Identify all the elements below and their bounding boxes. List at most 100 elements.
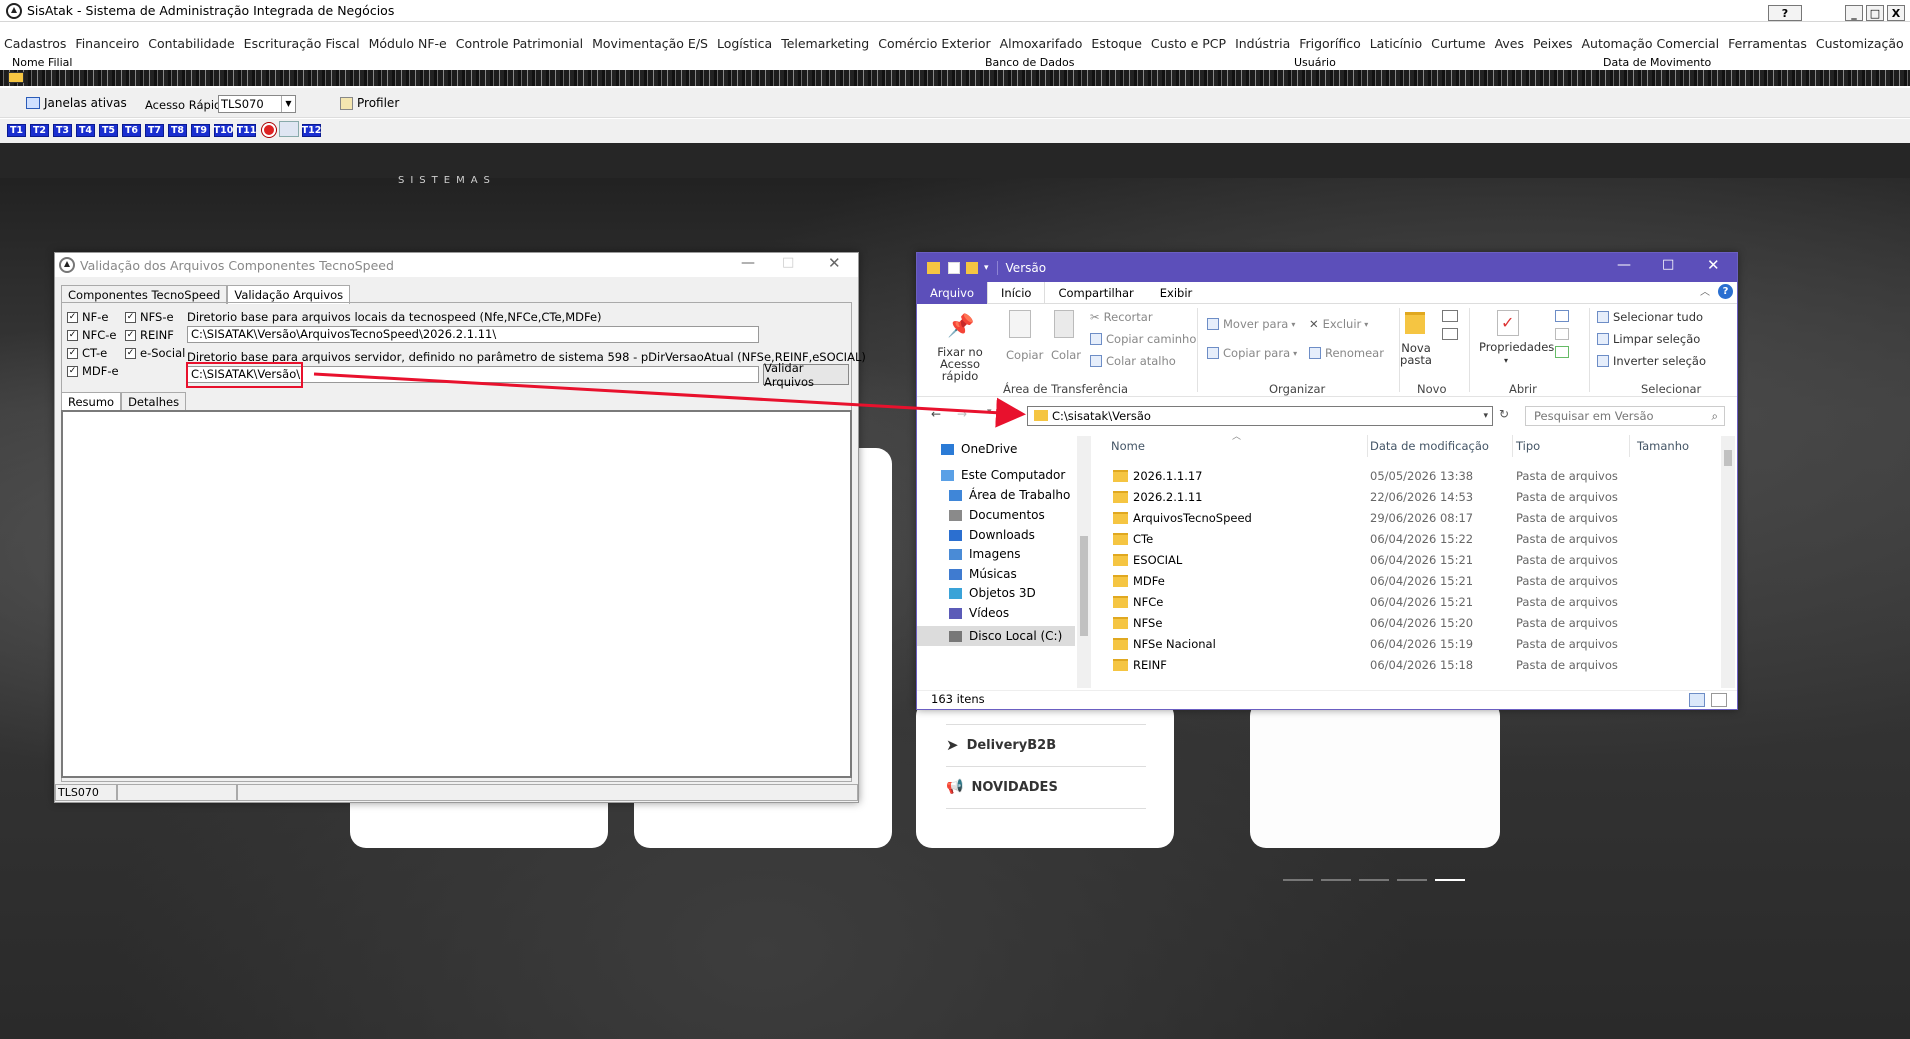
chevron-down-icon[interactable]: ▾	[984, 263, 989, 273]
new-item-icon[interactable]	[1442, 310, 1458, 322]
menu-item[interactable]: Módulo NF-e	[369, 36, 447, 51]
validar-arquivos-button[interactable]: Validar Arquivos	[763, 361, 849, 389]
file-row[interactable]: REINF 06/04/2026 15:18 Pasta de arquivos	[1113, 654, 1713, 675]
nav-item-2[interactable]: Área de Trabalho	[949, 488, 1070, 502]
file-row[interactable]: 2026.1.1.17 05/05/2026 13:38 Pasta de arqu…	[1113, 465, 1713, 486]
minimize-icon[interactable]: —	[1617, 257, 1631, 273]
local-dir-input[interactable]: C:\SISATAK\Versão\ArquivosTecnoSpeed\202…	[187, 326, 759, 343]
easy-access-icon[interactable]	[1442, 328, 1458, 340]
colar-atalho-button[interactable]: Colar atalho	[1090, 354, 1176, 368]
menu-item[interactable]: Telemarketing	[781, 36, 869, 51]
checkbox-nfce[interactable]: ✓ NFC-e	[67, 328, 116, 342]
carousel-dots[interactable]	[1283, 870, 1473, 884]
janelas-ativas-button[interactable]: Janelas ativas	[26, 96, 127, 110]
limpar-selecao-button[interactable]: Limpar seleção	[1597, 332, 1700, 346]
menu-item[interactable]: Estoque	[1091, 36, 1142, 51]
nav-item-4[interactable]: Downloads	[949, 528, 1035, 542]
task-tab-t6[interactable]: T6	[122, 124, 141, 137]
menu-item[interactable]: Movimentação E/S	[592, 36, 708, 51]
open-icon[interactable]	[1555, 310, 1569, 322]
folder-icon[interactable]	[8, 72, 24, 83]
menu-item[interactable]: Contabilidade	[148, 36, 234, 51]
stop-icon[interactable]	[262, 123, 276, 137]
task-tab-t4[interactable]: T4	[76, 124, 95, 137]
task-tab-t8[interactable]: T8	[168, 124, 187, 137]
search-icon[interactable]: ⌕	[1712, 407, 1718, 425]
large-icons-view-icon[interactable]	[1711, 693, 1727, 707]
file-row[interactable]: NFSe Nacional 06/04/2026 15:19 Pasta de ar…	[1113, 633, 1713, 654]
nav-item-8[interactable]: Vídeos	[949, 606, 1009, 620]
novidades-link[interactable]: 📢 NOVIDADES	[946, 779, 1058, 795]
task-tab-t12[interactable]: T12	[302, 124, 321, 137]
copiar-button[interactable]: Copiar	[1006, 348, 1043, 362]
tab-detalhes[interactable]: Detalhes	[121, 392, 187, 411]
nav-scrollbar[interactable]	[1077, 436, 1091, 688]
menu-item[interactable]: Laticínio	[1370, 36, 1422, 51]
profiler-button[interactable]: Profiler	[340, 96, 399, 110]
close-icon[interactable]: ✕	[1707, 256, 1720, 274]
checkbox-reinf[interactable]: ✓ REINF	[125, 328, 174, 342]
new-folder-icon[interactable]	[966, 261, 978, 274]
maximize-button[interactable]: □	[1866, 5, 1884, 21]
close-button[interactable]: X	[1887, 5, 1905, 21]
chevron-down-icon[interactable]: ▼	[281, 96, 295, 112]
acesso-rapido-combo[interactable]: TLS070 ▼	[218, 95, 296, 113]
recent-locations-icon[interactable]: ▾	[987, 407, 992, 417]
checkbox-esocial[interactable]: ✓ e-Social	[125, 346, 185, 360]
checkbox-mdfe[interactable]: ✓ MDF-e	[67, 364, 119, 378]
task-tab-t3[interactable]: T3	[53, 124, 72, 137]
menu-item[interactable]: Custo e PCP	[1151, 36, 1226, 51]
checkbox-cte[interactable]: ✓ CT-e	[67, 346, 107, 360]
tab-inicio[interactable]: Início	[987, 281, 1046, 304]
menu-item[interactable]: Logística	[717, 36, 772, 51]
maximize-icon[interactable]: □	[1662, 257, 1674, 272]
menu-item[interactable]: Peixes	[1533, 36, 1572, 51]
column-data[interactable]: Data de modificação	[1370, 439, 1489, 453]
collapse-ribbon-icon[interactable]: ︿	[1700, 283, 1710, 298]
nav-item-3[interactable]: Documentos	[949, 508, 1045, 522]
column-tamanho[interactable]: Tamanho	[1637, 439, 1689, 453]
properties-icon[interactable]	[948, 261, 960, 274]
nav-item-7[interactable]: Objetos 3D	[949, 586, 1036, 600]
task-tab-t5[interactable]: T5	[99, 124, 118, 137]
file-row[interactable]: CTe 06/04/2026 15:22 Pasta de arquivos	[1113, 528, 1713, 549]
file-row[interactable]: ESOCIAL 06/04/2026 15:21 Pasta de arquivos	[1113, 549, 1713, 570]
recortar-button[interactable]: ✂ Recortar	[1090, 310, 1153, 324]
checkbox-nfse[interactable]: ✓ NFS-e	[125, 310, 174, 324]
file-list-scrollbar[interactable]	[1721, 436, 1735, 688]
tab-exibir[interactable]: Exibir	[1147, 282, 1206, 304]
task-tab-t10[interactable]: T10	[214, 124, 233, 137]
menu-item[interactable]: Controle Patrimonial	[456, 36, 583, 51]
task-tab-t1[interactable]: T1	[7, 124, 26, 137]
chevron-down-icon[interactable]: ▾	[1504, 356, 1508, 365]
minimize-icon[interactable]: —	[741, 255, 755, 271]
column-nome[interactable]: Nome	[1111, 439, 1145, 453]
menu-item[interactable]: Frigorífico	[1299, 36, 1360, 51]
propriedades-button[interactable]: Propriedades	[1479, 340, 1554, 354]
tab-compartilhar[interactable]: Compartilhar	[1045, 282, 1146, 304]
menu-item[interactable]: Ferramentas	[1728, 36, 1807, 51]
minimize-button[interactable]: _	[1845, 5, 1863, 21]
fixar-button[interactable]: Fixar no Acesso rápido	[925, 346, 995, 382]
copiar-para-button[interactable]: Copiar para ▾	[1207, 346, 1297, 360]
file-row[interactable]: NFCe 06/04/2026 15:21 Pasta de arquivos	[1113, 591, 1713, 612]
task-tab-t11[interactable]: T11	[237, 124, 256, 137]
menu-item[interactable]: Aves	[1495, 36, 1524, 51]
menu-item[interactable]: Indústria	[1235, 36, 1290, 51]
menu-item[interactable]: Automação Comercial	[1582, 36, 1720, 51]
history-icon[interactable]	[1555, 346, 1569, 358]
chevron-down-icon[interactable]: ▾	[1483, 407, 1488, 425]
inverter-selecao-button[interactable]: Inverter seleção	[1597, 354, 1706, 368]
tab-arquivo[interactable]: Arquivo	[917, 281, 988, 304]
menu-item[interactable]: Comércio Exterior	[878, 36, 990, 51]
selecionar-tudo-button[interactable]: Selecionar tudo	[1597, 310, 1703, 324]
notes-icon[interactable]	[279, 121, 299, 137]
task-tab-t7[interactable]: T7	[145, 124, 164, 137]
renomear-button[interactable]: Renomear	[1309, 346, 1384, 360]
nav-item-9[interactable]: Disco Local (C:)	[917, 626, 1075, 646]
close-icon[interactable]: ✕	[828, 254, 841, 272]
nova-pasta-button[interactable]: Nova pasta	[1399, 342, 1433, 366]
mover-para-button[interactable]: Mover para ▾	[1207, 317, 1295, 331]
menu-item[interactable]: Curtume	[1431, 36, 1485, 51]
nav-item-0[interactable]: OneDrive	[941, 442, 1017, 456]
